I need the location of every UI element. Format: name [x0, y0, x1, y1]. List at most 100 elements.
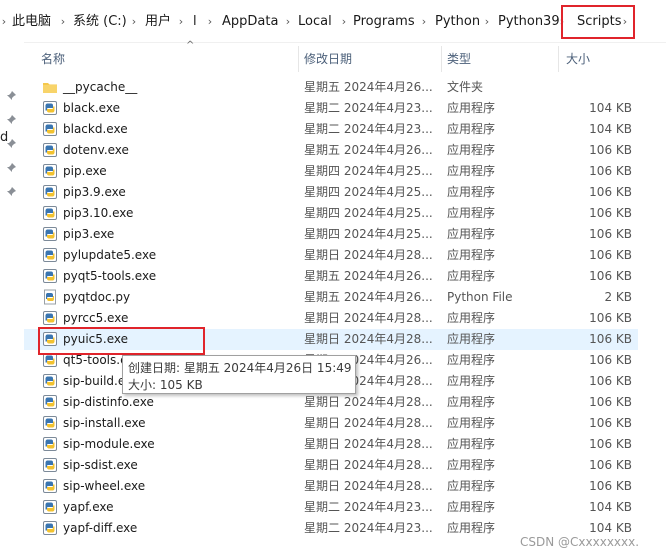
file-name: sip-distinfo.exe: [63, 395, 154, 409]
file-name: pylupdate5.exe: [63, 248, 157, 262]
python-exe-icon: [42, 520, 58, 536]
column-divider[interactable]: [558, 46, 559, 72]
crumb-python[interactable]: Python: [435, 13, 480, 31]
file-name: pyqt5-tools.exe: [63, 269, 157, 283]
file-type: 应用程序: [447, 437, 496, 451]
chevron-right-icon[interactable]: ›: [177, 13, 185, 31]
file-name: blackd.exe: [63, 122, 128, 136]
python-exe-icon: [42, 436, 58, 452]
file-row[interactable]: sip-install.exe 星期日 2024年4月28... 应用程序 106 K…: [24, 413, 638, 434]
file-size: 104 KB: [589, 122, 632, 136]
file-name: pyrcc5.exe: [63, 311, 129, 325]
file-row[interactable]: pyqt5-tools.exe 星期五 2024年4月26... 应用程序 106 K…: [24, 266, 638, 287]
file-size: 106 KB: [589, 185, 632, 199]
file-name: sip-install.exe: [63, 416, 146, 430]
file-modified-date: 星期日 2024年4月28...: [304, 479, 433, 493]
file-row[interactable]: pyqtdoc.py 星期五 2024年4月26... Python File 2 K…: [24, 287, 638, 308]
chevron-right-icon[interactable]: ›: [0, 13, 8, 31]
crumb-python39[interactable]: Python39: [498, 13, 560, 31]
file-name: pyqtdoc.py: [63, 290, 131, 304]
file-type: 应用程序: [447, 185, 496, 199]
file-name: pip.exe: [63, 164, 107, 178]
file-modified-date: 星期五 2024年4月26...: [304, 143, 433, 157]
column-divider[interactable]: [298, 46, 299, 72]
crumb-user-name[interactable]: l: [193, 13, 197, 31]
file-row[interactable]: yapf.exe 星期二 2024年4月23... 应用程序 104 KB: [24, 497, 638, 518]
file-row[interactable]: pylupdate5.exe 星期日 2024年4月28... 应用程序 106 KB: [24, 245, 638, 266]
file-row[interactable]: __pycache__ 星期五 2024年4月26... 文件夹: [24, 77, 638, 98]
python-exe-icon: [42, 415, 58, 431]
pin-icon[interactable]: [6, 187, 16, 197]
file-row[interactable]: dotenv.exe 星期五 2024年4月26... 应用程序 106 KB: [24, 140, 638, 161]
file-modified-date: 星期四 2024年4月25...: [304, 227, 433, 241]
pin-icon[interactable]: [6, 163, 16, 173]
file-row[interactable]: black.exe 星期二 2024年4月23... 应用程序 104 KB: [24, 98, 638, 119]
crumb-drive-c[interactable]: 系统 (C:): [73, 13, 127, 31]
pin-icon[interactable]: [6, 91, 16, 101]
python-exe-icon: [42, 142, 58, 158]
file-row[interactable]: pip3.exe 星期四 2024年4月25... 应用程序 106 KB: [24, 224, 638, 245]
file-row[interactable]: pip3.10.exe 星期四 2024年4月25... 应用程序 106 KB: [24, 203, 638, 224]
file-modified-date: 星期五 2024年4月26...: [304, 80, 433, 94]
python-exe-icon: [42, 100, 58, 116]
chevron-right-icon[interactable]: ›: [130, 13, 138, 31]
crumb-users[interactable]: 用户: [145, 13, 171, 31]
file-row[interactable]: sip-sdist.exe 星期日 2024年4月28... 应用程序 106 KB: [24, 455, 638, 476]
pin-icon[interactable]: [6, 115, 16, 125]
chevron-right-icon[interactable]: ›: [420, 13, 428, 31]
file-row[interactable]: sip-module.exe 星期日 2024年4月28... 应用程序 106 KB: [24, 434, 638, 455]
file-name: sip-module.exe: [63, 437, 155, 451]
column-header-size[interactable]: 大小: [566, 50, 590, 67]
column-header-date[interactable]: 修改日期: [304, 50, 352, 67]
chevron-right-icon[interactable]: ›: [206, 13, 214, 31]
file-row[interactable]: sip-distinfo.exe 星期日 2024年4月28... 应用程序 106 …: [24, 392, 638, 413]
pin-icon[interactable]: [6, 139, 16, 149]
column-header-type[interactable]: 类型: [447, 50, 471, 67]
file-type: 应用程序: [447, 101, 496, 115]
chevron-right-icon[interactable]: ›: [340, 13, 348, 31]
file-modified-date: 星期四 2024年4月25...: [304, 164, 433, 178]
file-size: 106 KB: [589, 437, 632, 451]
file-size: 106 KB: [589, 395, 632, 409]
address-bar[interactable]: › 此电脑 › 系统 (C:) › 用户 › l › AppData › Loc…: [0, 0, 666, 43]
file-modified-date: 星期日 2024年4月28...: [304, 311, 433, 325]
column-header-row: ^ 名称 修改日期 类型 大小: [24, 40, 666, 74]
file-name: dotenv.exe: [63, 143, 129, 157]
navigation-pane[interactable]: d: [0, 42, 24, 559]
file-row[interactable]: pip.exe 星期四 2024年4月25... 应用程序 106 KB: [24, 161, 638, 182]
file-row[interactable]: sip-wheel.exe 星期日 2024年4月28... 应用程序 106 KB: [24, 476, 638, 497]
file-size: 106 KB: [589, 458, 632, 472]
crumb-programs[interactable]: Programs: [353, 13, 415, 31]
file-row[interactable]: blackd.exe 星期二 2024年4月23... 应用程序 104 KB: [24, 119, 638, 140]
file-name: sip-sdist.exe: [63, 458, 138, 472]
file-size: 2 KB: [604, 290, 632, 304]
scripts-highlight-box: [561, 5, 635, 39]
file-size: 106 KB: [589, 143, 632, 157]
crumb-this-pc[interactable]: 此电脑: [12, 13, 51, 31]
file-type: 应用程序: [447, 479, 496, 493]
file-size: [544, 79, 632, 96]
column-divider[interactable]: [441, 46, 442, 72]
file-name: yapf-diff.exe: [63, 521, 138, 535]
file-type: 应用程序: [447, 206, 496, 220]
chevron-right-icon[interactable]: ›: [483, 13, 491, 31]
tooltip-file-size: 大小: 105 KB: [128, 378, 203, 392]
chevron-right-icon[interactable]: ›: [59, 13, 67, 31]
column-header-name[interactable]: 名称: [41, 50, 65, 67]
file-name: pip3.exe: [63, 227, 115, 241]
file-row[interactable]: pyrcc5.exe 星期日 2024年4月28... 应用程序 106 KB: [24, 308, 638, 329]
file-modified-date: 星期日 2024年4月28...: [304, 332, 433, 346]
file-size: 106 KB: [589, 164, 632, 178]
file-modified-date: 星期二 2024年4月23...: [304, 122, 433, 136]
file-modified-date: 星期四 2024年4月25...: [304, 206, 433, 220]
python-exe-icon: [42, 268, 58, 284]
file-tooltip: 创建日期: 星期五 2024年4月26日 15:49 大小: 105 KB: [122, 355, 356, 394]
file-row[interactable]: pip3.9.exe 星期四 2024年4月25... 应用程序 106 KB: [24, 182, 638, 203]
file-modified-date: 星期四 2024年4月25...: [304, 185, 433, 199]
python-exe-icon: [42, 457, 58, 473]
crumb-local[interactable]: Local: [298, 13, 332, 31]
file-modified-date: 星期五 2024年4月26...: [304, 290, 433, 304]
crumb-appdata[interactable]: AppData: [222, 13, 278, 31]
chevron-right-icon[interactable]: ›: [284, 13, 292, 31]
python-exe-icon: [42, 394, 58, 410]
